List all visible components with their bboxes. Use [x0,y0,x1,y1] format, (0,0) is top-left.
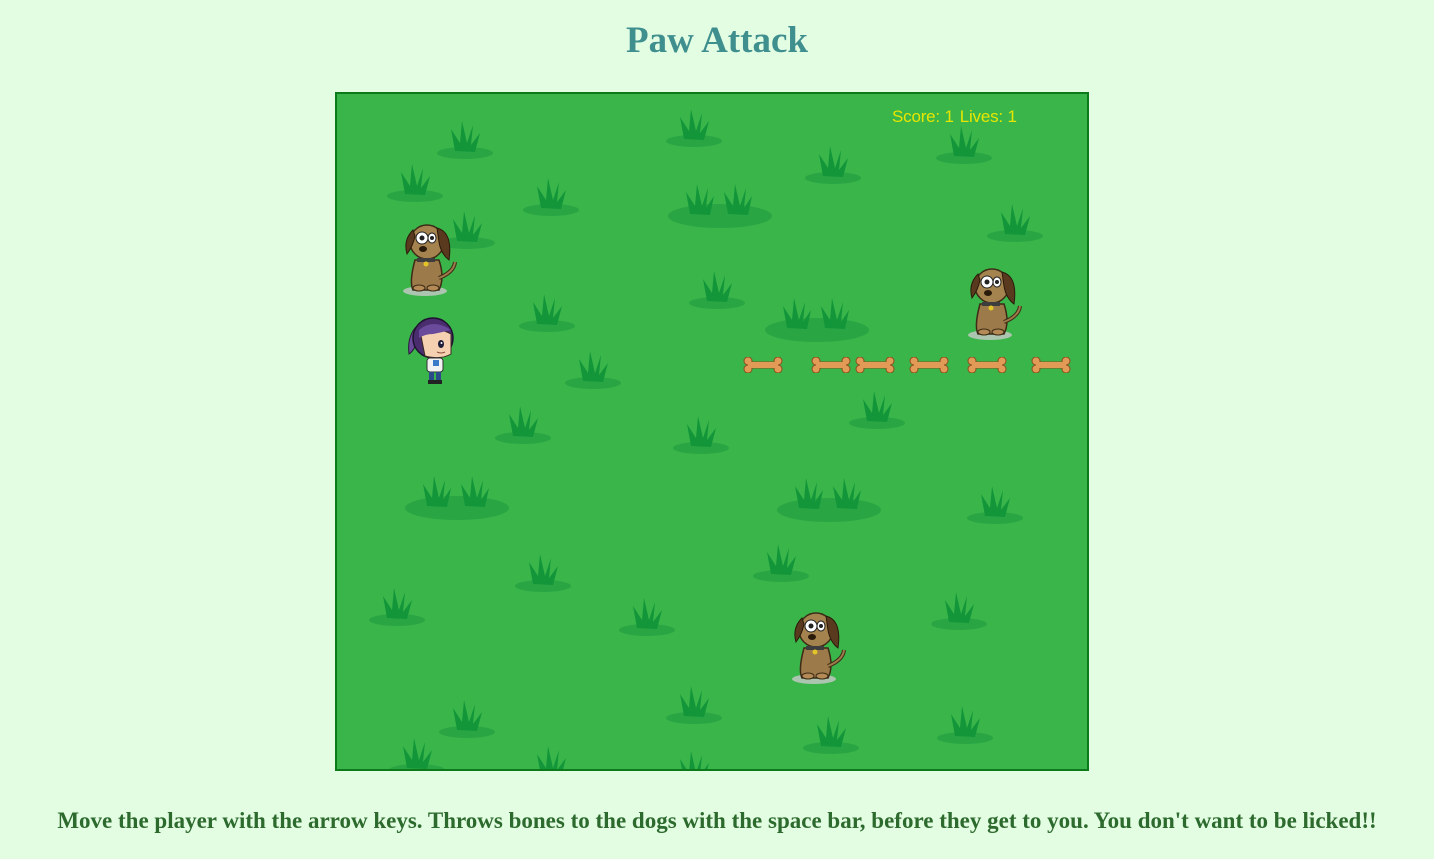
girl-player-icon [408,317,454,384]
lives-label: Lives: 1 [959,107,1017,126]
bone-icon [967,357,1007,373]
grass-background [369,109,1043,769]
score-lives-hud: Score: 1 Lives: 1 [892,107,1023,127]
bone-icon [855,357,895,373]
bone-icon [743,357,783,373]
page-title: Paw Attack [626,20,808,61]
bone-icon [1031,357,1071,373]
instructions-text: Move the player with the arrow keys. Thr… [57,808,1377,833]
bone-icon [909,357,949,373]
game-canvas[interactable]: Score: 1 Lives: 1 [335,92,1089,771]
score-label: Score: 1 [892,107,954,126]
bone-icon [811,357,851,373]
dog-enemy-icon [403,224,457,296]
dog-enemy-icon [792,612,846,684]
dog-enemy-icon [968,268,1022,340]
